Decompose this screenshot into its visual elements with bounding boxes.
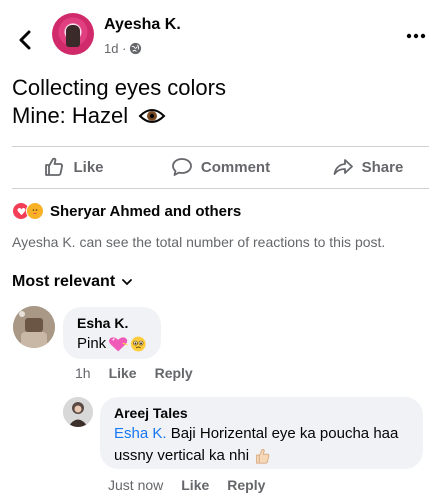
author-avatar[interactable] <box>52 13 94 55</box>
comment-reply-button[interactable]: Reply <box>155 365 193 381</box>
back-arrow-icon[interactable] <box>16 29 34 51</box>
like-thumb-icon <box>45 157 64 176</box>
comment-time[interactable]: 1h <box>75 365 91 381</box>
comment-like-button[interactable]: Like <box>109 365 137 381</box>
eye-icon <box>138 109 166 123</box>
reply-reply-button[interactable]: Reply <box>227 477 265 493</box>
commenter-name[interactable]: Esha K. <box>77 315 147 331</box>
comment-bubble: Esha K. Pink <box>63 307 161 359</box>
like-label: Like <box>73 158 104 176</box>
comment-sort-label: Most relevant <box>12 273 116 290</box>
reply-like-button[interactable]: Like <box>181 477 209 493</box>
heart-emoji-icon <box>109 337 128 352</box>
reaction-visibility-note: Ayesha K. can see the total number of re… <box>12 234 386 250</box>
share-label: Share <box>361 158 404 176</box>
post-line-text: Mine: Hazel <box>12 103 129 128</box>
reply-bubble: Areej Tales Esha K. Baji Horizental eye … <box>100 397 423 469</box>
comment-button[interactable]: Comment <box>147 148 294 186</box>
comment-meta: 1h Like Reply <box>75 365 193 381</box>
post-text: Collecting eyes colors Mine: Hazel <box>12 74 226 130</box>
reactors-text[interactable]: Sheryar Ahmed and others <box>50 203 241 220</box>
pleading-face-emoji-icon <box>131 336 147 352</box>
action-bar: Like Comment Share <box>0 148 441 186</box>
post-line: Collecting eyes colors <box>12 75 226 100</box>
share-button[interactable]: Share <box>294 148 441 186</box>
share-arrow-icon <box>333 159 353 175</box>
care-reaction-icon <box>26 202 44 220</box>
post-meta: 1d · <box>104 41 142 56</box>
comment-label: Comment <box>200 158 271 176</box>
reply-meta: Just now Like Reply <box>108 477 265 493</box>
comment-body: Pink <box>77 335 107 352</box>
divider <box>12 146 429 147</box>
commenter-avatar[interactable] <box>13 306 55 348</box>
chevron-down-icon <box>122 279 133 286</box>
reply-time[interactable]: Just now <box>108 477 163 493</box>
post-time[interactable]: 1d · <box>104 41 126 56</box>
globe-icon <box>130 42 142 55</box>
comment-text: Pink <box>77 333 147 355</box>
comment-bubble-icon <box>172 158 192 176</box>
like-button[interactable]: Like <box>0 148 147 186</box>
post-line: Mine: Hazel <box>12 102 226 130</box>
more-options-icon[interactable] <box>405 26 427 46</box>
replier-name[interactable]: Areej Tales <box>114 405 409 421</box>
reaction-summary[interactable]: Sheryar Ahmed and others <box>12 200 241 222</box>
replier-avatar[interactable] <box>63 397 93 427</box>
reply-text: Esha K. Baji Horizental eye ka poucha ha… <box>114 423 409 467</box>
divider <box>12 188 429 189</box>
mention-link[interactable]: Esha K. <box>114 425 167 442</box>
author-name[interactable]: Ayesha K. <box>104 16 181 34</box>
thumbs-up-emoji-icon <box>256 448 270 464</box>
comment-sort-dropdown[interactable]: Most relevant <box>12 273 133 291</box>
